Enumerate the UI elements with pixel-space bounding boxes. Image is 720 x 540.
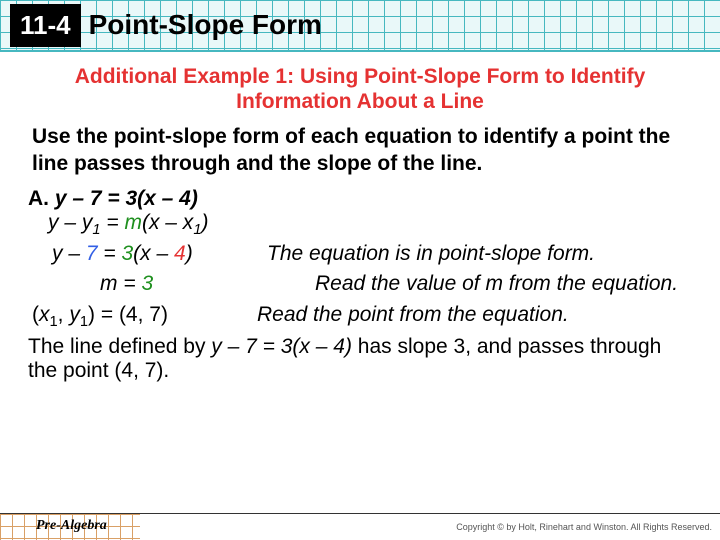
step-2: m = 3 Read the value of m from the equat… (32, 270, 692, 298)
tmpl-close: ) (201, 211, 208, 234)
s3-xvar: x (39, 303, 50, 326)
s2-m: 3 (141, 272, 153, 295)
step-3-equation: (x1, y1) = (4, 7) (32, 301, 257, 333)
s1-prefix: y – (52, 242, 86, 265)
footer-bar: Pre-Algebra Copyright © by Holt, Rinehar… (0, 513, 720, 540)
step-2-explanation: Read the value of m from the equation. (315, 270, 692, 298)
conclusion: The line defined by y – 7 = 3(x – 4) has… (28, 335, 692, 383)
tmpl-after-m: (x – x (142, 211, 193, 234)
content-area: Additional Example 1: Using Point-Slope … (0, 52, 720, 383)
slide: 11-4 Point-Slope Form Additional Example… (0, 0, 720, 540)
step-2-equation: m = 3 (32, 270, 315, 298)
step-1-equation: y – 7 = 3(x – 4) (32, 240, 267, 268)
tmpl-y: y – y (48, 211, 92, 234)
step-1: y – 7 = 3(x – 4) The equation is in poin… (32, 240, 692, 268)
tmpl-y-sub: 1 (92, 222, 100, 238)
s1-y1: 7 (86, 242, 98, 265)
tmpl-eq: = (101, 211, 125, 234)
problem-a: A. y – 7 = 3(x – 4) (28, 187, 692, 211)
step-3-explanation: Read the point from the equation. (257, 301, 692, 329)
lesson-number-badge: 11-4 (10, 4, 81, 47)
s1-close: ) (186, 242, 193, 265)
s3-open: ( (32, 303, 39, 326)
s3-ysub: 1 (80, 314, 88, 330)
s1-mid: = (98, 242, 122, 265)
problem-equation: y – 7 = 3(x – 4) (55, 187, 198, 210)
s3-xsub: 1 (50, 314, 58, 330)
s3-yvar: y (69, 303, 80, 326)
copyright-text: Copyright © by Holt, Rinehart and Winsto… (456, 522, 712, 532)
header-bar: 11-4 Point-Slope Form (0, 0, 720, 52)
s2-prefix: m = (100, 272, 141, 295)
prompt-text: Use the point-slope form of each equatio… (32, 124, 688, 177)
conclusion-eq: y – 7 = 3(x – 4) (211, 335, 352, 358)
work-steps: y – 7 = 3(x – 4) The equation is in poin… (32, 240, 692, 333)
point-slope-template: y – y1 = m(x – x1) (48, 211, 692, 238)
course-label: Pre-Algebra (36, 518, 107, 534)
step-3: (x1, y1) = (4, 7) Read the point from th… (32, 301, 692, 333)
problem-label: A. (28, 187, 49, 210)
s3-sep: , (58, 303, 70, 326)
step-1-explanation: The equation is in point-slope form. (267, 240, 692, 268)
tmpl-m: m (124, 211, 142, 234)
conclusion-p1: The line defined by (28, 335, 211, 358)
example-heading: Additional Example 1: Using Point-Slope … (28, 64, 692, 114)
s1-x1: 4 (174, 242, 186, 265)
lesson-title: Point-Slope Form (89, 9, 322, 41)
s1-after-m: (x – (133, 242, 174, 265)
s1-m: 3 (121, 242, 133, 265)
s3-close: ) = (4, 7) (88, 303, 168, 326)
